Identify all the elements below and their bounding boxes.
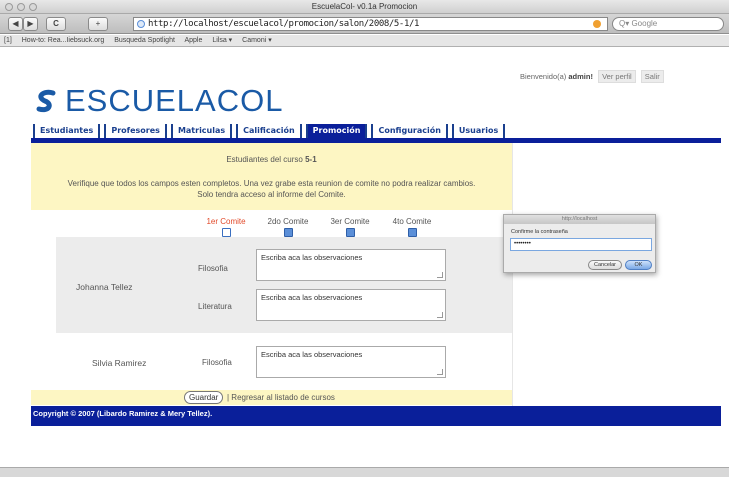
- search-input[interactable]: Q▾ Google: [612, 17, 724, 31]
- globe-icon: [137, 20, 145, 28]
- resize-grip-icon[interactable]: [437, 272, 443, 278]
- tab-usuarios[interactable]: Usuarios: [451, 124, 506, 138]
- cancel-button[interactable]: Cancelar: [588, 260, 622, 270]
- comite-3[interactable]: 3er Comite: [319, 217, 381, 237]
- comite-4[interactable]: 4to Comite: [381, 217, 443, 237]
- browser-status-bar: [0, 467, 729, 477]
- rss-icon[interactable]: [593, 20, 601, 28]
- observations-text: Escriba aca las observaciones: [261, 293, 363, 302]
- observations-textarea[interactable]: Escriba aca las observaciones: [256, 249, 446, 281]
- bookmark-item[interactable]: [1]: [4, 37, 12, 44]
- student-name: Silvia Ramirez: [92, 358, 147, 368]
- notice-warning: Verifique que todos los campos esten com…: [67, 179, 476, 188]
- calendar-icon[interactable]: [407, 228, 417, 237]
- comite-label: 4to Comite: [392, 217, 432, 226]
- logout-button[interactable]: Salir: [640, 70, 664, 83]
- course-heading-label: Estudiantes del curso: [226, 155, 303, 164]
- observations-textarea[interactable]: Escriba aca las observaciones: [256, 346, 446, 378]
- comite-selector: 1er Comite 2do Comite 3er Comite 4to Com…: [195, 217, 443, 237]
- tab-profesores[interactable]: Profesores: [104, 124, 167, 138]
- greeting-text: Bienvenido(a): [520, 72, 567, 81]
- browser-toolbar: ◀ ▶ C + http://localhost/escuelacol/prom…: [0, 14, 729, 34]
- bookmark-item[interactable]: Lilsa ▾: [212, 37, 232, 44]
- subject-label: Filosofia: [202, 358, 232, 367]
- calendar-icon[interactable]: [221, 228, 231, 237]
- tab-estudiantes[interactable]: Estudiantes: [33, 124, 101, 138]
- dialog-title: http://localhost: [504, 215, 655, 224]
- notice-info: Solo tendra acceso al informe del Comite…: [197, 190, 346, 199]
- comite-1[interactable]: 1er Comite: [195, 217, 257, 237]
- forward-button[interactable]: ▶: [23, 17, 38, 31]
- tab-calificacion[interactable]: Calificación: [236, 124, 302, 138]
- save-button[interactable]: Guardar: [184, 391, 224, 404]
- ok-button[interactable]: OK: [625, 260, 652, 270]
- profile-button[interactable]: Ver perfil: [598, 70, 636, 83]
- right-sidebar: [512, 143, 721, 408]
- bookmark-item[interactable]: Busqueda Spotlight: [114, 37, 175, 44]
- student-row: Johanna Tellez Filosofia Escriba aca las…: [56, 237, 512, 333]
- calendar-icon[interactable]: [283, 228, 293, 237]
- observations-text: Escriba aca las observaciones: [261, 350, 363, 359]
- main-nav-tabs: Estudiantes Profesores Matriculas Califi…: [33, 124, 509, 138]
- copyright-text: Copyright © 2007 (Libardo Ramirez & Mery…: [33, 409, 213, 418]
- observations-textarea[interactable]: Escriba aca las observaciones: [256, 289, 446, 321]
- comite-label: 2do Comite: [267, 217, 309, 226]
- logo-text: ESCUELACOL: [65, 83, 284, 118]
- reload-button[interactable]: C: [46, 17, 66, 31]
- course-heading: Estudiantes del curso 5-1: [31, 155, 512, 164]
- form-actions: Guardar | Regresar al listado de cursos: [31, 390, 512, 405]
- calendar-icon[interactable]: [345, 228, 355, 237]
- bookmark-item[interactable]: How-to: Rea...Iiebsuck.org: [22, 37, 104, 44]
- site-logo[interactable]: ESCUELACOL: [33, 83, 284, 118]
- tab-configuracion[interactable]: Configuración: [371, 124, 448, 138]
- student-row: Silvia Ramirez Filosofia Escriba aca las…: [56, 338, 512, 386]
- password-dialog: http://localhost Confirme la contraseña …: [503, 214, 656, 273]
- add-bookmark-button[interactable]: +: [88, 17, 108, 31]
- subject-label: Filosofia: [198, 264, 228, 273]
- student-name: Johanna Tellez: [76, 282, 133, 292]
- comite-label: 1er Comite: [206, 217, 246, 226]
- tab-matriculas[interactable]: Matriculas: [170, 124, 233, 138]
- logo-swirl-icon: [36, 89, 56, 113]
- notice-box: Estudiantes del curso 5-1 Verifique que …: [31, 143, 512, 210]
- username: admin!: [568, 72, 593, 81]
- course-code: 5-1: [305, 155, 317, 164]
- bookmarks-bar: [1] How-to: Rea...Iiebsuck.org Busqueda …: [0, 35, 729, 47]
- resize-grip-icon[interactable]: [437, 369, 443, 375]
- user-bar: Bienvenido(a) admin! Ver perfil Salir: [520, 70, 664, 83]
- observations-text: Escriba aca las observaciones: [261, 253, 363, 262]
- window-titlebar: EscuelaCol- v0.1a Promocion: [0, 0, 729, 14]
- window-title: EscuelaCol- v0.1a Promocion: [311, 2, 418, 11]
- bookmark-item[interactable]: Camoni ▾: [242, 37, 272, 44]
- footer: Copyright © 2007 (Libardo Ramirez & Mery…: [31, 406, 721, 426]
- back-to-courses-link[interactable]: | Regresar al listado de cursos: [227, 393, 335, 402]
- comite-2[interactable]: 2do Comite: [257, 217, 319, 237]
- password-input[interactable]: ••••••••: [510, 238, 652, 251]
- comite-label: 3er Comite: [330, 217, 370, 226]
- subject-label: Literatura: [198, 302, 232, 311]
- dialog-label: Confirme la contraseña: [511, 229, 568, 235]
- resize-grip-icon[interactable]: [437, 312, 443, 318]
- address-url: http://localhost/escuelacol/promocion/sa…: [148, 19, 419, 29]
- bookmark-item[interactable]: Apple: [184, 37, 202, 44]
- address-bar[interactable]: http://localhost/escuelacol/promocion/sa…: [133, 17, 608, 31]
- back-button[interactable]: ◀: [8, 17, 23, 31]
- tab-promocion[interactable]: Promoción: [305, 124, 368, 138]
